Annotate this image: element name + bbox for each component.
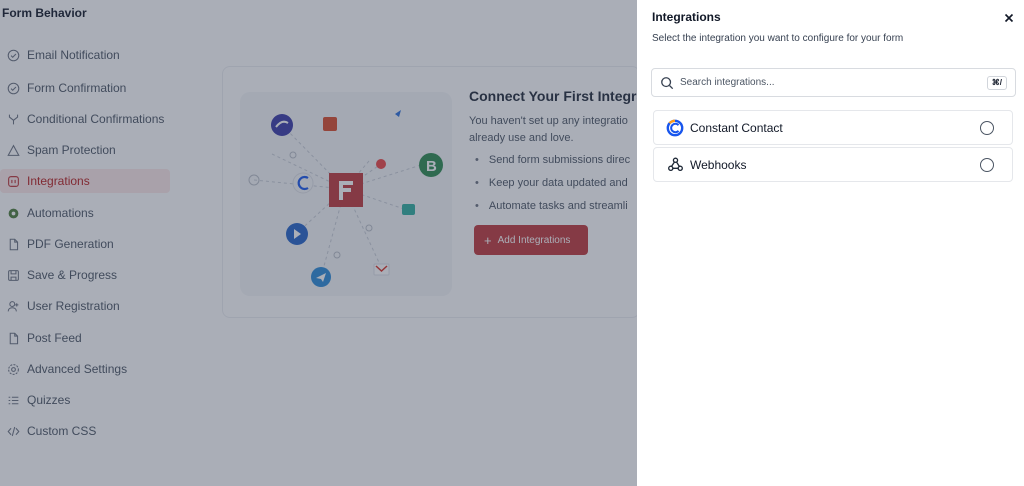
- webhooks-icon: [666, 156, 684, 174]
- integrations-drawer: Integrations Select the integration you …: [637, 0, 1024, 486]
- integration-radio[interactable]: [980, 158, 994, 172]
- integration-option-label: Constant Contact: [690, 120, 783, 135]
- drawer-title: Integrations: [652, 10, 721, 24]
- close-icon[interactable]: [1001, 10, 1017, 26]
- integration-option-constant-contact[interactable]: Constant Contact: [653, 110, 1013, 145]
- search-box[interactable]: ⌘/: [651, 68, 1016, 97]
- search-icon: [660, 76, 674, 90]
- integration-radio[interactable]: [980, 121, 994, 135]
- integration-option-webhooks[interactable]: Webhooks: [653, 147, 1013, 182]
- drawer-subtitle: Select the integration you want to confi…: [652, 33, 904, 44]
- modal-backdrop[interactable]: [0, 0, 637, 486]
- integration-option-label: Webhooks: [690, 157, 747, 172]
- search-input[interactable]: [680, 77, 970, 88]
- search-shortcut-badge: ⌘/: [986, 76, 1007, 90]
- constant-contact-icon: [666, 119, 684, 137]
